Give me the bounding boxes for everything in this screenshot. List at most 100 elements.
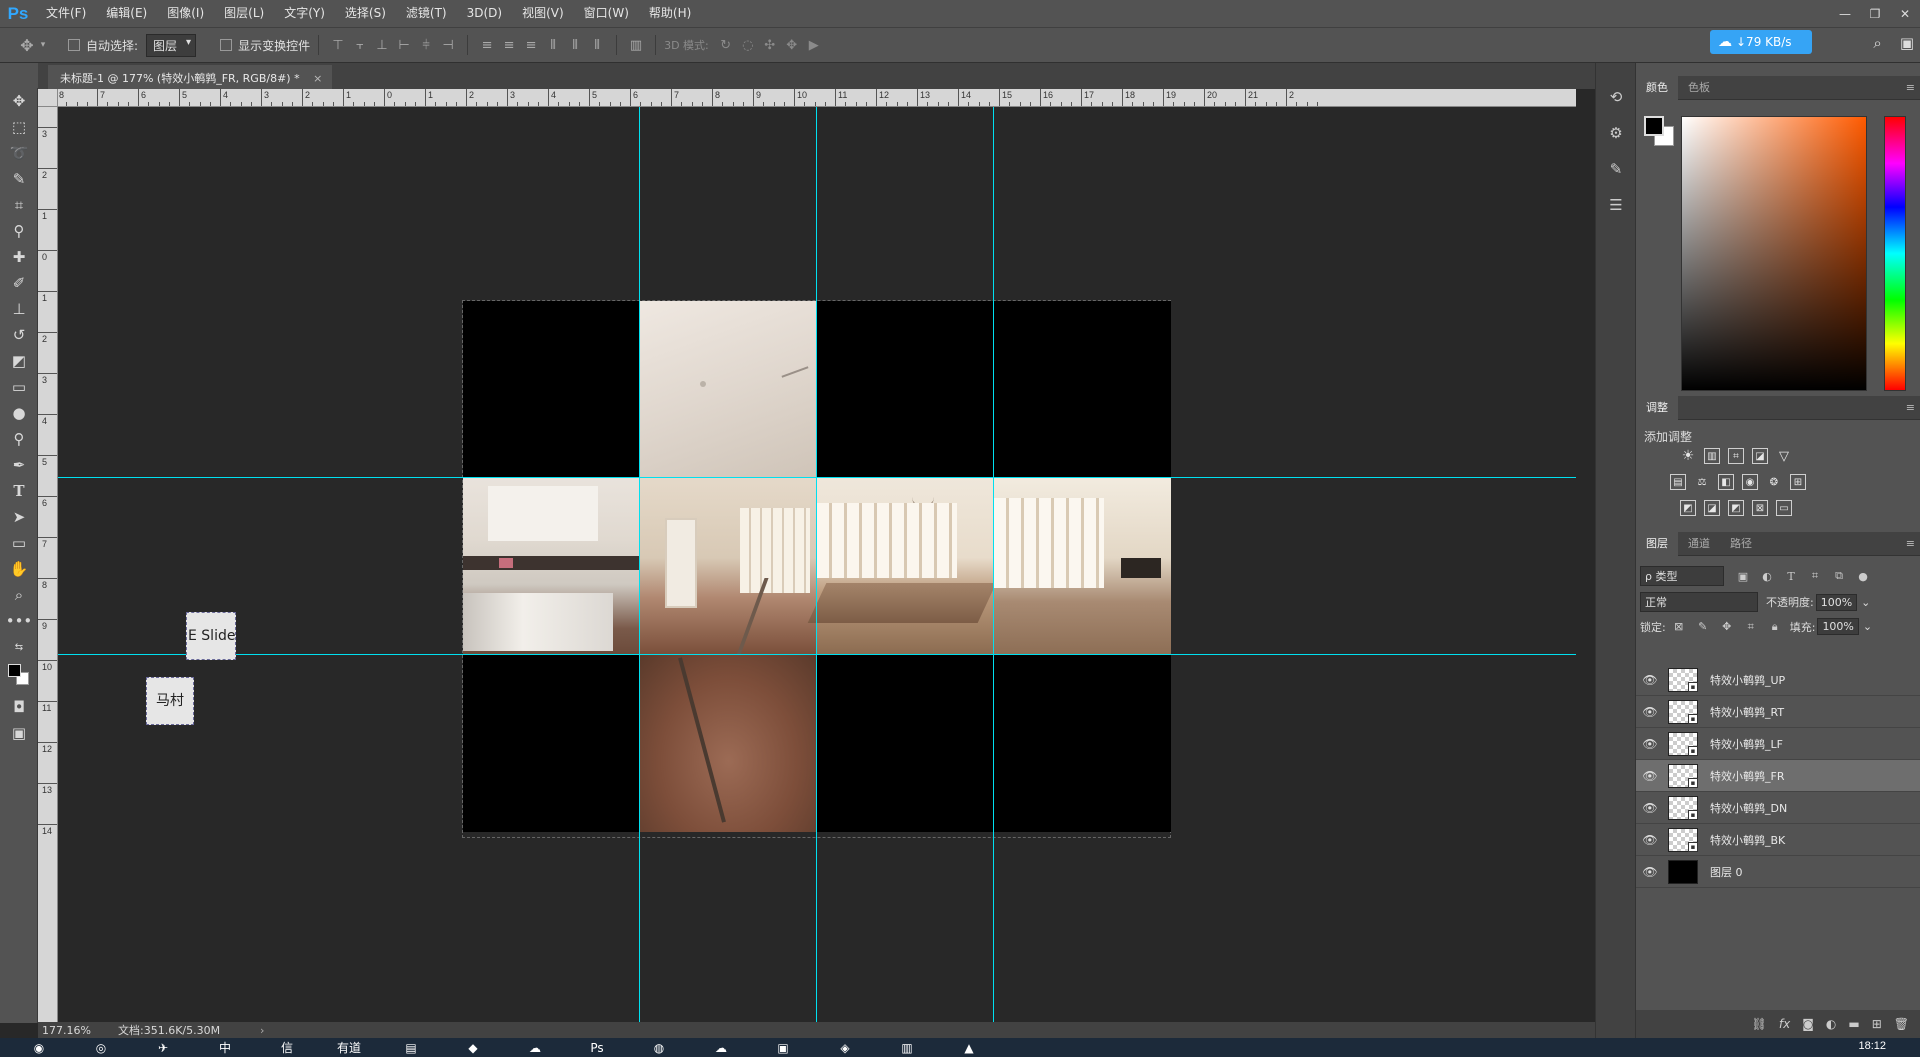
taskbar-app-icon[interactable]: ▤ <box>382 1038 440 1057</box>
chevron-down-icon[interactable]: ▾ <box>38 34 48 56</box>
hue-saturation-icon[interactable]: ▤ <box>1670 474 1686 490</box>
taskbar-app-icon[interactable]: ▣ <box>754 1038 812 1057</box>
3d-scale-icon[interactable]: ▶ <box>803 34 825 56</box>
filter-pixel-icon[interactable]: ▣ <box>1736 569 1750 583</box>
new-group-icon[interactable]: ▬ <box>1848 1017 1859 1031</box>
align-right-icon[interactable]: ⊣ <box>437 34 459 56</box>
taskbar-app-icon[interactable]: Ps <box>568 1038 626 1057</box>
swap-colors-icon[interactable]: ⇆ <box>0 634 38 660</box>
3d-rotate-icon[interactable]: ↻ <box>715 34 737 56</box>
color-balance-icon[interactable]: ⚖ <box>1694 474 1710 490</box>
new-adjustment-icon[interactable]: ◐ <box>1826 1017 1836 1031</box>
layer-row[interactable]: 👁︎ ▪ 特效小鹌鹑_BK <box>1636 824 1920 856</box>
visibility-eye-icon[interactable]: 👁︎ <box>1636 865 1664 879</box>
visibility-eye-icon[interactable]: 👁︎ <box>1636 673 1664 687</box>
tab-layers[interactable]: 图层 <box>1636 531 1678 556</box>
selective-color-icon[interactable]: ⊠ <box>1752 500 1768 516</box>
lock-artboard-icon[interactable]: ⌗ <box>1744 620 1758 634</box>
channel-mixer-icon[interactable]: ❂ <box>1766 474 1782 490</box>
brightness-icon[interactable]: ☀ <box>1680 448 1696 464</box>
zoom-level[interactable]: 177.16% <box>38 1024 108 1037</box>
invert-icon[interactable]: ◩ <box>1680 500 1696 516</box>
vertical-guide[interactable] <box>816 107 817 1022</box>
brush-tool-icon[interactable]: ✐ <box>0 270 38 296</box>
menu-type[interactable]: 文字(Y) <box>274 0 335 27</box>
taskbar-app-icon[interactable]: ☁ <box>506 1038 564 1057</box>
align-vcenter-icon[interactable]: ⫟ <box>349 34 371 56</box>
restore-button[interactable]: ❐ <box>1860 0 1890 27</box>
lock-pixels-icon[interactable]: ✎ <box>1696 620 1710 634</box>
menu-window[interactable]: 窗口(W) <box>574 0 639 27</box>
more-tools-icon[interactable]: ••• <box>0 608 38 634</box>
layer-row[interactable]: 👁︎ 图层 0 <box>1636 856 1920 888</box>
link-layers-icon[interactable]: ⛓ <box>1752 1017 1767 1031</box>
lock-all-icon[interactable]: 🔒︎ <box>1768 620 1782 634</box>
black-white-icon[interactable]: ◧ <box>1718 474 1734 490</box>
menu-edit[interactable]: 编辑(E) <box>96 0 157 27</box>
status-menu-arrow[interactable]: › <box>260 1024 264 1037</box>
layer-filter-dropdown[interactable]: ρ 类型 <box>1640 566 1724 586</box>
layer-row[interactable]: 👁︎ ▪ 特效小鹌鹑_FR <box>1636 760 1920 792</box>
stamp-tool-icon[interactable]: ⊥ <box>0 296 38 322</box>
taskbar-app-icon[interactable]: 信 <box>258 1038 316 1057</box>
vertical-guide[interactable] <box>993 107 994 1022</box>
filter-shape-icon[interactable]: ⌗ <box>1808 569 1822 583</box>
tab-adjustments[interactable]: 调整 <box>1636 395 1678 420</box>
align-left-icon[interactable]: ⊢ <box>393 34 415 56</box>
rectangle-tool-icon[interactable]: ▭ <box>0 530 38 556</box>
pen-tool-icon[interactable]: ✒ <box>0 452 38 478</box>
filter-adjustment-icon[interactable]: ◐ <box>1760 569 1774 583</box>
menu-layer[interactable]: 图层(L) <box>214 0 274 27</box>
color-picker-field[interactable] <box>1681 116 1867 391</box>
foreground-color-swatch[interactable] <box>1644 116 1664 136</box>
filter-type-icon[interactable]: T <box>1784 569 1798 583</box>
chevron-down-icon[interactable]: ⌄ <box>1863 620 1872 633</box>
brush-panel-icon[interactable]: ✎ <box>1596 151 1636 187</box>
layer-style-icon[interactable]: fx <box>1779 1017 1790 1031</box>
horizontal-ruler[interactable]: 8 7 6 5 4 3 2 1 0 1 2 3 4 5 6 7 8 9 10 11 12 13 14 15 16 17 18 19 20… <box>58 89 1576 107</box>
hand-tool-icon[interactable]: ✋ <box>0 556 38 582</box>
horizontal-guide[interactable] <box>58 477 1576 478</box>
type-tool-icon[interactable]: T <box>0 478 38 504</box>
taskbar-app-icon[interactable]: ◈ <box>816 1038 874 1057</box>
menu-help[interactable]: 帮助(H) <box>639 0 701 27</box>
distribute-bottom-icon[interactable]: ≡ <box>520 34 542 56</box>
floating-text-box[interactable]: E Slide <box>186 612 236 660</box>
visibility-eye-icon[interactable]: 👁︎ <box>1636 769 1664 783</box>
exposure-icon[interactable]: ◪ <box>1752 448 1768 464</box>
chevron-down-icon[interactable]: ⌄ <box>1861 596 1870 609</box>
visibility-eye-icon[interactable]: 👁︎ <box>1636 705 1664 719</box>
zoom-tool-icon[interactable]: ⌕ <box>0 582 38 608</box>
menu-3d[interactable]: 3D(D) <box>457 0 512 27</box>
cube-face-left[interactable] <box>463 478 640 655</box>
menu-image[interactable]: 图像(I) <box>157 0 214 27</box>
auto-align-icon[interactable]: ▥ <box>625 34 647 56</box>
posterize-icon[interactable]: ◪ <box>1704 500 1720 516</box>
canvas-area[interactable]: E Slide 马村 <box>58 107 1576 1022</box>
levels-icon[interactable]: ▥ <box>1704 448 1720 464</box>
align-bottom-icon[interactable]: ⊥ <box>371 34 393 56</box>
gradient-map-icon[interactable]: ▭ <box>1776 500 1792 516</box>
curves-icon[interactable]: ⌗ <box>1728 448 1744 464</box>
color-swatches[interactable] <box>0 660 38 694</box>
taskbar-app-icon[interactable]: 有道 <box>320 1038 378 1057</box>
taskbar-app-icon[interactable]: ☁ <box>692 1038 750 1057</box>
floating-text-box[interactable]: 马村 <box>146 677 194 725</box>
distribute-right-icon[interactable]: ⦀ <box>586 34 608 56</box>
menu-filter[interactable]: 滤镜(T) <box>396 0 457 27</box>
lock-position-icon[interactable]: ✥ <box>1720 620 1734 634</box>
cube-face-back[interactable] <box>994 478 1171 655</box>
crop-tool-icon[interactable]: ⌗ <box>0 192 38 218</box>
tab-color[interactable]: 颜色 <box>1636 75 1678 100</box>
foreground-color-swatch[interactable] <box>8 664 21 677</box>
panel-menu-icon[interactable]: ≡ <box>1906 537 1915 550</box>
layer-row[interactable]: 👁︎ ▪ 特效小鹌鹑_LF <box>1636 728 1920 760</box>
taskbar-app-icon[interactable]: ◆ <box>444 1038 502 1057</box>
taskbar-app-icon[interactable]: ▥ <box>878 1038 936 1057</box>
tab-paths[interactable]: 路径 <box>1720 532 1762 556</box>
close-tab-icon[interactable]: × <box>313 72 322 85</box>
dodge-tool-icon[interactable]: ⚲ <box>0 426 38 452</box>
document-tab[interactable]: 未标题-1 @ 177% (特效小鹌鹑_FR, RGB/8#) * × <box>48 65 333 89</box>
3d-slide-icon[interactable]: ✥ <box>781 34 803 56</box>
layer-row[interactable]: 👁︎ ▪ 特效小鹌鹑_RT <box>1636 696 1920 728</box>
